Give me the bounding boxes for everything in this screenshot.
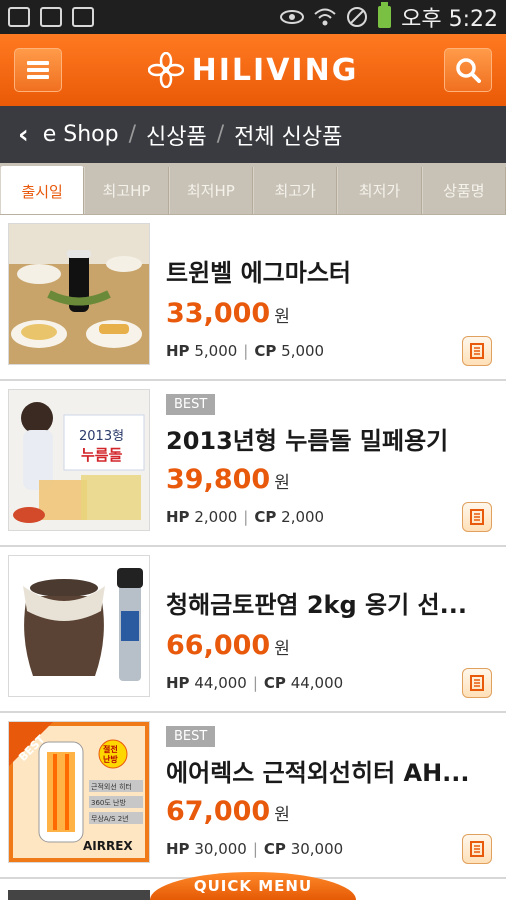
next-item-image-peek [8, 890, 150, 900]
product-title[interactable]: 청해금토판염 2kg 옹기 선... [166, 585, 492, 620]
back-arrow-icon[interactable]: ‹ [18, 120, 29, 150]
sort-tabs: 출시일 최고HP 최저HP 최고가 최저가 상품명 [0, 163, 506, 215]
product-list: 트윈벨 에그마스터 33,000 원 HP 5,000 | CP 5,000 2013… [0, 215, 506, 879]
document-icon [470, 841, 484, 857]
status-icons-left [8, 7, 94, 27]
eye-icon [280, 10, 305, 24]
tab-product-name[interactable]: 상품명 [421, 167, 506, 214]
breadcrumb-item-current: 전체 신상품 [234, 124, 343, 150]
list-item[interactable]: 2013형 누름돌 BEST 2013년형 누름돌 밀페용기 39,800 원 H… [0, 381, 506, 547]
breadcrumb: ‹ e Shop / 신상품 / 전체 신상품 [0, 106, 506, 163]
detail-button[interactable] [462, 336, 492, 366]
product-image[interactable] [8, 223, 150, 365]
best-badge: BEST [166, 394, 216, 415]
tab-highest-hp[interactable]: 최고HP [84, 167, 169, 214]
svg-text:누름돌: 누름돌 [81, 446, 123, 464]
svg-text:2013형: 2013형 [79, 429, 124, 444]
tab-highest-price[interactable]: 최고가 [252, 167, 338, 214]
product-price: 67,000 원 [166, 796, 290, 827]
svg-text:무상A/S 2년: 무상A/S 2년 [91, 814, 129, 823]
status-icons-right: 오후 5:22 [280, 1, 498, 33]
product-title[interactable]: 2013년형 누름돌 밀페용기 [166, 421, 492, 456]
brand-logo[interactable]: HILIVING [147, 52, 359, 88]
status-bar: 오후 5:22 [0, 0, 506, 34]
product-price: 66,000 원 [166, 630, 290, 661]
search-button[interactable] [443, 48, 492, 92]
briefcase-icon [72, 7, 94, 27]
list-item[interactable]: 청해금토판염 2kg 옹기 선... 66,000 원 HP 44,000 | CP … [0, 547, 506, 713]
svg-text:절전: 절전 [103, 744, 118, 754]
no-signal-icon [347, 7, 368, 27]
document-icon [470, 343, 484, 359]
svg-text:근적외선 히터: 근적외선 히터 [91, 782, 132, 791]
search-icon [456, 58, 481, 83]
list-item[interactable]: BEST 절전 난방 근적외선 히터 360도 난방 무상A/S 2년 AIRR… [0, 713, 506, 879]
detail-button[interactable] [462, 502, 492, 532]
breadcrumb-separator: / [128, 122, 137, 147]
tab-lowest-hp[interactable]: 최저HP [168, 167, 253, 214]
product-title[interactable]: 에어렉스 근적외선히터 AH... [166, 753, 492, 788]
menu-button[interactable] [14, 48, 62, 92]
svg-text:360도 난방: 360도 난방 [91, 798, 126, 807]
list-item[interactable]: 트윈벨 에그마스터 33,000 원 HP 5,000 | CP 5,000 [0, 215, 506, 381]
product-image[interactable]: 2013형 누름돌 [8, 389, 150, 531]
status-time: 오후 5:22 [401, 7, 498, 32]
wifi-icon [314, 8, 336, 26]
tab-release-date[interactable]: 출시일 [0, 166, 85, 214]
product-points: HP 44,000 | CP 44,000 [166, 674, 344, 692]
tab-lowest-price[interactable]: 최저가 [337, 167, 422, 214]
svg-text:난방: 난방 [103, 754, 118, 764]
product-price: 33,000 원 [166, 298, 290, 329]
app-header: HILIVING [0, 34, 506, 106]
battery-icon [378, 2, 392, 28]
svg-text:AIRREX: AIRREX [83, 839, 133, 853]
product-points: HP 2,000 | CP 2,000 [166, 508, 325, 526]
hamburger-icon [27, 61, 49, 79]
brand-name: HILIVING [191, 52, 359, 88]
document-icon [470, 675, 484, 691]
breadcrumb-item-eshop[interactable]: e Shop [43, 122, 119, 147]
product-title[interactable]: 트윈벨 에그마스터 [166, 253, 492, 288]
breadcrumb-separator: / [216, 122, 225, 147]
product-price: 39,800 원 [166, 464, 290, 495]
flower-logo-icon [147, 52, 184, 88]
product-points: HP 5,000 | CP 5,000 [166, 342, 325, 360]
detail-button[interactable] [462, 834, 492, 864]
product-image[interactable]: BEST 절전 난방 근적외선 히터 360도 난방 무상A/S 2년 AIRR… [8, 721, 150, 863]
best-badge: BEST [166, 726, 216, 747]
product-image[interactable] [8, 555, 150, 697]
image-icon [8, 7, 30, 27]
product-points: HP 30,000 | CP 30,000 [166, 840, 344, 858]
document-icon [470, 509, 484, 525]
breadcrumb-item-new[interactable]: 신상품 [146, 119, 207, 151]
document-icon [40, 7, 62, 27]
detail-button[interactable] [462, 668, 492, 698]
